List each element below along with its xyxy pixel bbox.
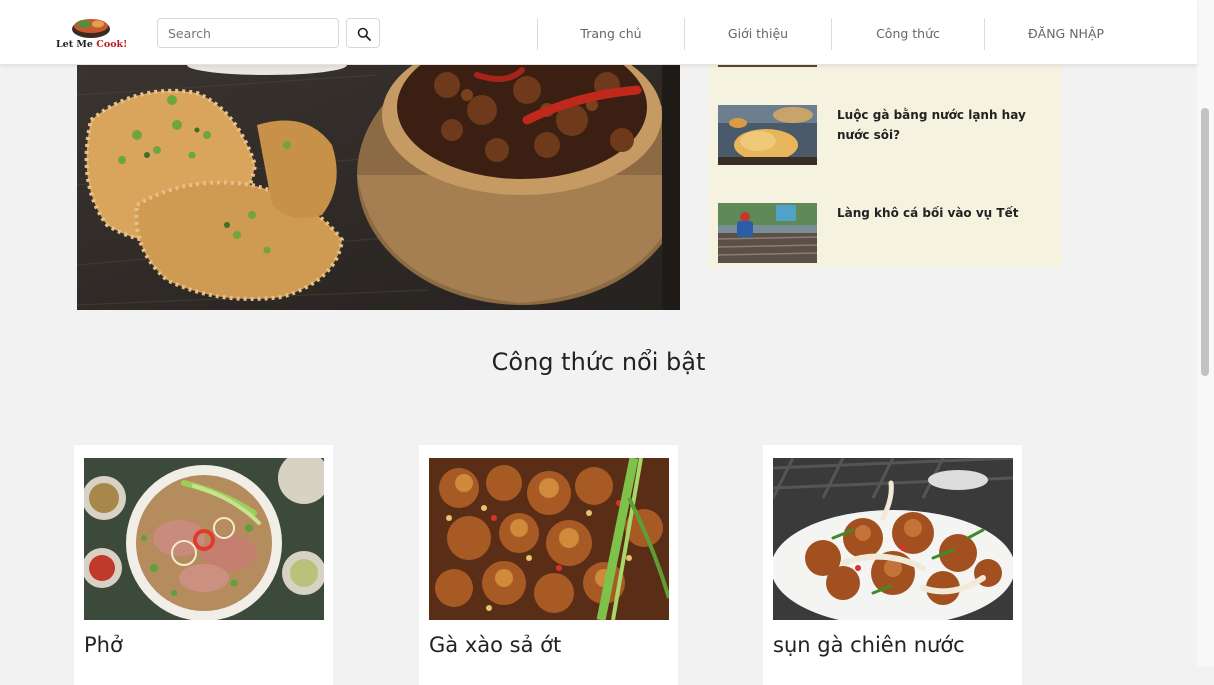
search-icon bbox=[357, 27, 371, 41]
article-item[interactable]: Luộc gà bằng nước lạnh hay nước sôi? bbox=[718, 105, 1058, 165]
nav-login[interactable]: ĐĂNG NHẬP bbox=[985, 18, 1147, 50]
nav-recipes[interactable]: Công thức bbox=[832, 18, 984, 50]
article-thumbnail-partial bbox=[718, 65, 817, 67]
pho-image bbox=[84, 458, 324, 620]
hero-banner[interactable] bbox=[77, 65, 680, 310]
recipe-card[interactable]: sụn gà chiên nước bbox=[763, 445, 1022, 685]
section-title: Công thức nổi bật bbox=[491, 348, 706, 376]
recipe-name[interactable]: Phở bbox=[84, 633, 123, 657]
boiled-chicken-image bbox=[718, 105, 817, 165]
recipe-name[interactable]: sụn gà chiên nước bbox=[773, 633, 965, 657]
article-title[interactable]: Luộc gà bằng nước lạnh hay nước sôi? bbox=[837, 105, 1052, 145]
article-item[interactable]: Làng khô cá bối vào vụ Tết bbox=[718, 203, 1058, 263]
search-button[interactable] bbox=[346, 18, 380, 48]
scrollbar-thumb[interactable] bbox=[1201, 108, 1209, 376]
recipe-name[interactable]: Gà xào sả ớt bbox=[429, 633, 561, 657]
logo-icon bbox=[72, 19, 110, 38]
logo-text: Let Me Cook! bbox=[56, 39, 128, 50]
fried-chicken-cartilage-image bbox=[773, 458, 1013, 620]
recipe-image bbox=[84, 458, 324, 620]
page-scrollbar[interactable] bbox=[1197, 0, 1214, 666]
nav-about[interactable]: Giới thiệu bbox=[685, 18, 831, 50]
recipe-card[interactable]: Phở bbox=[74, 445, 333, 685]
nav-home[interactable]: Trang chủ bbox=[538, 18, 684, 50]
lemongrass-chicken-image bbox=[429, 458, 669, 620]
recipe-image bbox=[429, 458, 669, 620]
logo[interactable]: Let Me Cook! bbox=[56, 16, 128, 54]
navbar: Let Me Cook! Trang chủ Giới thiệu Công t… bbox=[0, 0, 1197, 65]
article-thumbnail bbox=[718, 203, 817, 263]
article-title[interactable]: Làng khô cá bối vào vụ Tết bbox=[837, 203, 1052, 223]
dried-fish-village-image bbox=[718, 203, 817, 263]
related-articles-panel: Luộc gà bằng nước lạnh hay nước sôi? Làn… bbox=[709, 65, 1062, 268]
hero-food-image bbox=[77, 65, 680, 310]
article-thumbnail bbox=[718, 105, 817, 165]
recipe-image bbox=[773, 458, 1013, 620]
search-input[interactable] bbox=[157, 18, 339, 48]
recipe-card[interactable]: Gà xào sả ớt bbox=[419, 445, 678, 685]
